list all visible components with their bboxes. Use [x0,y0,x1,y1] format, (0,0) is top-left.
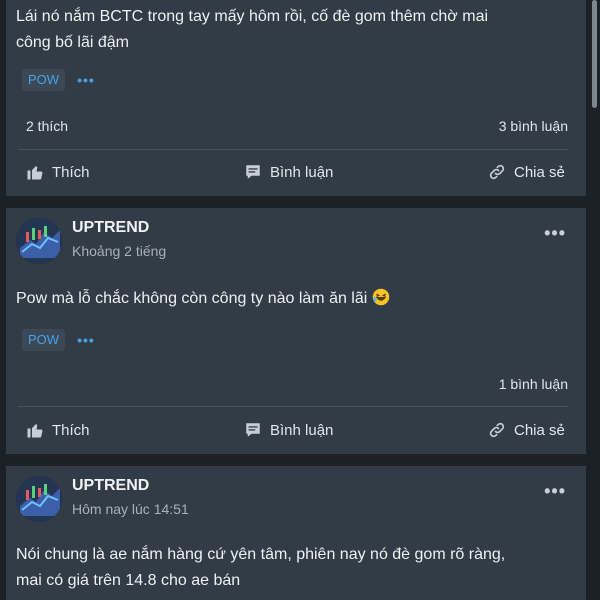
comment-button[interactable]: Bình luận [244,163,333,181]
post-text: Nói chung là ae nắm hàng cứ yên tâm, phi… [16,546,506,589]
post-time[interactable]: Khoảng 2 tiếng [72,243,166,259]
comment-label: Bình luận [270,421,334,439]
comment-count[interactable]: 1 bình luận [499,376,568,392]
post-time[interactable]: Hôm nay lúc 14:51 [72,501,189,517]
post-header: UPTREND Hôm nay lúc 14:51 ••• [6,466,586,522]
like-label: Thích [52,421,90,439]
share-label: Chia sẻ [514,421,565,439]
scroll-thumb[interactable] [592,0,597,108]
post-card: UPTREND Hôm nay lúc 14:51 ••• Nói chung … [6,466,586,600]
stock-tag[interactable]: POW [22,329,66,351]
post-actions: Thích Bình luận Chia sẻ [6,418,586,442]
share-link-icon [488,163,506,181]
comment-count[interactable]: 3 bình luận [499,118,568,134]
like-button[interactable]: Thích [26,421,90,439]
more-options-icon[interactable]: ••• [544,481,566,502]
post-text: Lái nó nắm BCTC trong tay mấy hôm rồi, c… [16,8,489,51]
post-header: UPTREND Khoảng 2 tiếng ••• [6,208,586,264]
like-label: Thích [52,163,90,181]
more-tags-icon[interactable]: ••• [77,72,95,88]
laughing-emoji-icon [372,288,390,306]
comment-icon [244,163,262,181]
share-button[interactable]: Chia sẻ [488,421,565,439]
thumbs-up-icon [26,421,44,439]
avatar[interactable] [16,476,62,522]
like-count[interactable]: 2 thích [26,118,68,134]
share-button[interactable]: Chia sẻ [488,163,565,181]
share-link-icon [488,421,506,439]
stock-tag[interactable]: POW [22,69,66,91]
author-name[interactable]: UPTREND [72,219,149,237]
divider [18,406,568,407]
post-actions: Thích Bình luận Chia sẻ [6,160,586,184]
scrollbar[interactable] [588,0,600,600]
avatar[interactable] [16,218,62,264]
comment-icon [244,421,262,439]
comment-label: Bình luận [270,163,334,181]
post-card: UPTREND Khoảng 2 tiếng ••• Pow mà lỗ chắ… [6,208,586,454]
share-label: Chia sẻ [514,163,565,181]
divider [18,149,568,150]
thumbs-up-icon [26,163,44,181]
post-text: Pow mà lỗ chắc không còn công ty nào làm… [6,286,400,312]
like-button[interactable]: Thích [26,163,90,181]
post-card: Lái nó nắm BCTC trong tay mấy hôm rồi, c… [6,0,586,196]
more-tags-icon[interactable]: ••• [77,332,95,348]
more-options-icon[interactable]: ••• [544,223,566,244]
post-stats: 2 thích 3 bình luận [6,116,586,136]
post-tags: POW ••• [6,329,95,351]
comment-button[interactable]: Bình luận [244,421,333,439]
post-tags: POW ••• [6,69,95,91]
post-stats: 1 bình luận [6,374,586,394]
author-name[interactable]: UPTREND [72,477,149,495]
